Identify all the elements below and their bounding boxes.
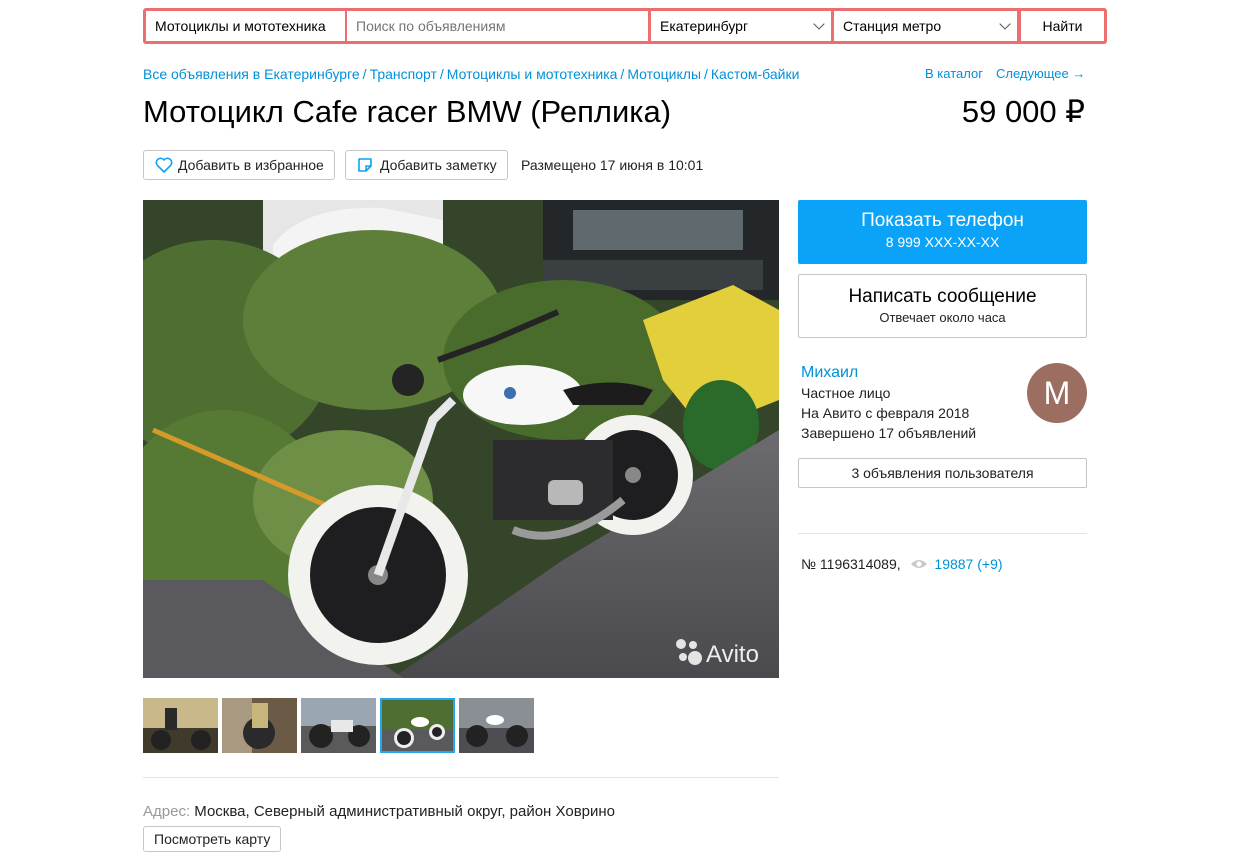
address-value: Москва, Северный административный округ,…: [194, 803, 616, 820]
seller-since: На Авито с февраля 2018: [801, 405, 970, 421]
seller-type: Частное лицо: [801, 385, 891, 401]
thumbnail[interactable]: [459, 698, 534, 753]
seller-completed: Завершено 17 объявлений: [801, 425, 977, 441]
price: 59 000 ₽: [961, 94, 1085, 129]
add-note-button[interactable]: Добавить заметку: [345, 150, 508, 180]
breadcrumb-link[interactable]: Мотоциклы и мототехника: [447, 66, 618, 82]
write-message-button[interactable]: Написать сообщение Отвечает около часа: [798, 274, 1087, 338]
response-time: Отвечает около часа: [879, 310, 1006, 325]
avatar[interactable]: М: [1027, 363, 1087, 423]
heart-icon: [155, 157, 173, 173]
city-select-value: Екатеринбург: [660, 18, 749, 34]
category-select-value: Мотоциклы и мототехника: [155, 18, 326, 34]
add-favorite-button[interactable]: Добавить в избранное: [143, 150, 335, 180]
search-button[interactable]: Найти: [1021, 11, 1104, 41]
thumbnail-image: [301, 698, 376, 753]
metro-select-value: Станция метро: [843, 18, 942, 34]
catalog-link[interactable]: В каталог: [925, 66, 983, 81]
breadcrumb-link[interactable]: Мотоциклы: [627, 66, 701, 82]
add-note-label: Добавить заметку: [380, 157, 497, 173]
ad-meta: № 1196314089, 19887 (+9): [801, 556, 1003, 572]
add-favorite-label: Добавить в избранное: [178, 157, 324, 173]
show-phone-button[interactable]: Показать телефон 8 999 XXX-XX-XX: [798, 200, 1087, 264]
breadcrumb-link[interactable]: Кастом-байки: [711, 66, 800, 82]
thumbnail[interactable]: [301, 698, 376, 753]
breadcrumb-separator: /: [704, 66, 708, 82]
next-listing-link[interactable]: Следующее →: [996, 66, 1085, 81]
search-input[interactable]: [347, 11, 648, 41]
breadcrumb-separator: /: [620, 66, 625, 82]
address-row: Адрес: Москва, Северный административный…: [143, 803, 615, 820]
chevron-down-icon: [813, 18, 825, 30]
breadcrumb: Все объявления в Екатеринбурге / Транспорт…: [143, 66, 799, 82]
thumbnail-image: [459, 698, 534, 753]
breadcrumb-link[interactable]: Все объявления в Екатеринбурге: [143, 66, 360, 82]
view-map-button[interactable]: Посмотреть карту: [143, 826, 282, 852]
motorcycle-photo: Avito: [143, 200, 779, 678]
phone-number: 8 999 XXX-XX-XX: [885, 234, 1000, 250]
breadcrumb-separator: /: [439, 66, 444, 82]
divider: [798, 533, 1087, 534]
watermark-text: Avito: [706, 641, 759, 668]
category-select[interactable]: Мотоциклы и мототехника: [146, 11, 345, 41]
city-select[interactable]: Екатеринбург: [651, 11, 831, 41]
search-button-label: Найти: [1042, 18, 1083, 34]
chevron-down-icon: [999, 18, 1011, 30]
main-photo[interactable]: Avito: [143, 200, 779, 678]
thumbnail-image: [222, 698, 297, 753]
page-title: Мотоцикл Cafe racer BMW (Реплика): [143, 94, 672, 129]
write-message-label: Написать сообщение: [848, 286, 1037, 307]
divider: [143, 777, 779, 778]
views-count[interactable]: 19887 (+9): [934, 556, 1002, 572]
ad-number: № 1196314089,: [801, 556, 901, 572]
thumbnail-image: [382, 700, 453, 751]
user-ads-button[interactable]: 3 объявления пользователя: [798, 458, 1087, 488]
address-label: Адрес:: [143, 803, 191, 820]
breadcrumb-link[interactable]: Транспорт: [370, 66, 437, 82]
seller-name[interactable]: Михаил: [801, 364, 858, 382]
breadcrumb-separator: /: [362, 66, 367, 82]
posted-date: Размещено 17 июня в 10:01: [521, 157, 704, 173]
metro-select[interactable]: Станция метро: [834, 11, 1017, 41]
thumbnail-image: [143, 698, 218, 753]
thumbnail[interactable]: [143, 698, 218, 753]
thumbnail[interactable]: [222, 698, 297, 753]
thumbnail-active[interactable]: [380, 698, 455, 753]
note-icon: [358, 158, 372, 172]
eye-icon: [910, 560, 927, 568]
search-bar: Мотоциклы и мототехника Екатеринбург Ста…: [143, 8, 1107, 44]
show-phone-label: Показать телефон: [861, 210, 1024, 231]
